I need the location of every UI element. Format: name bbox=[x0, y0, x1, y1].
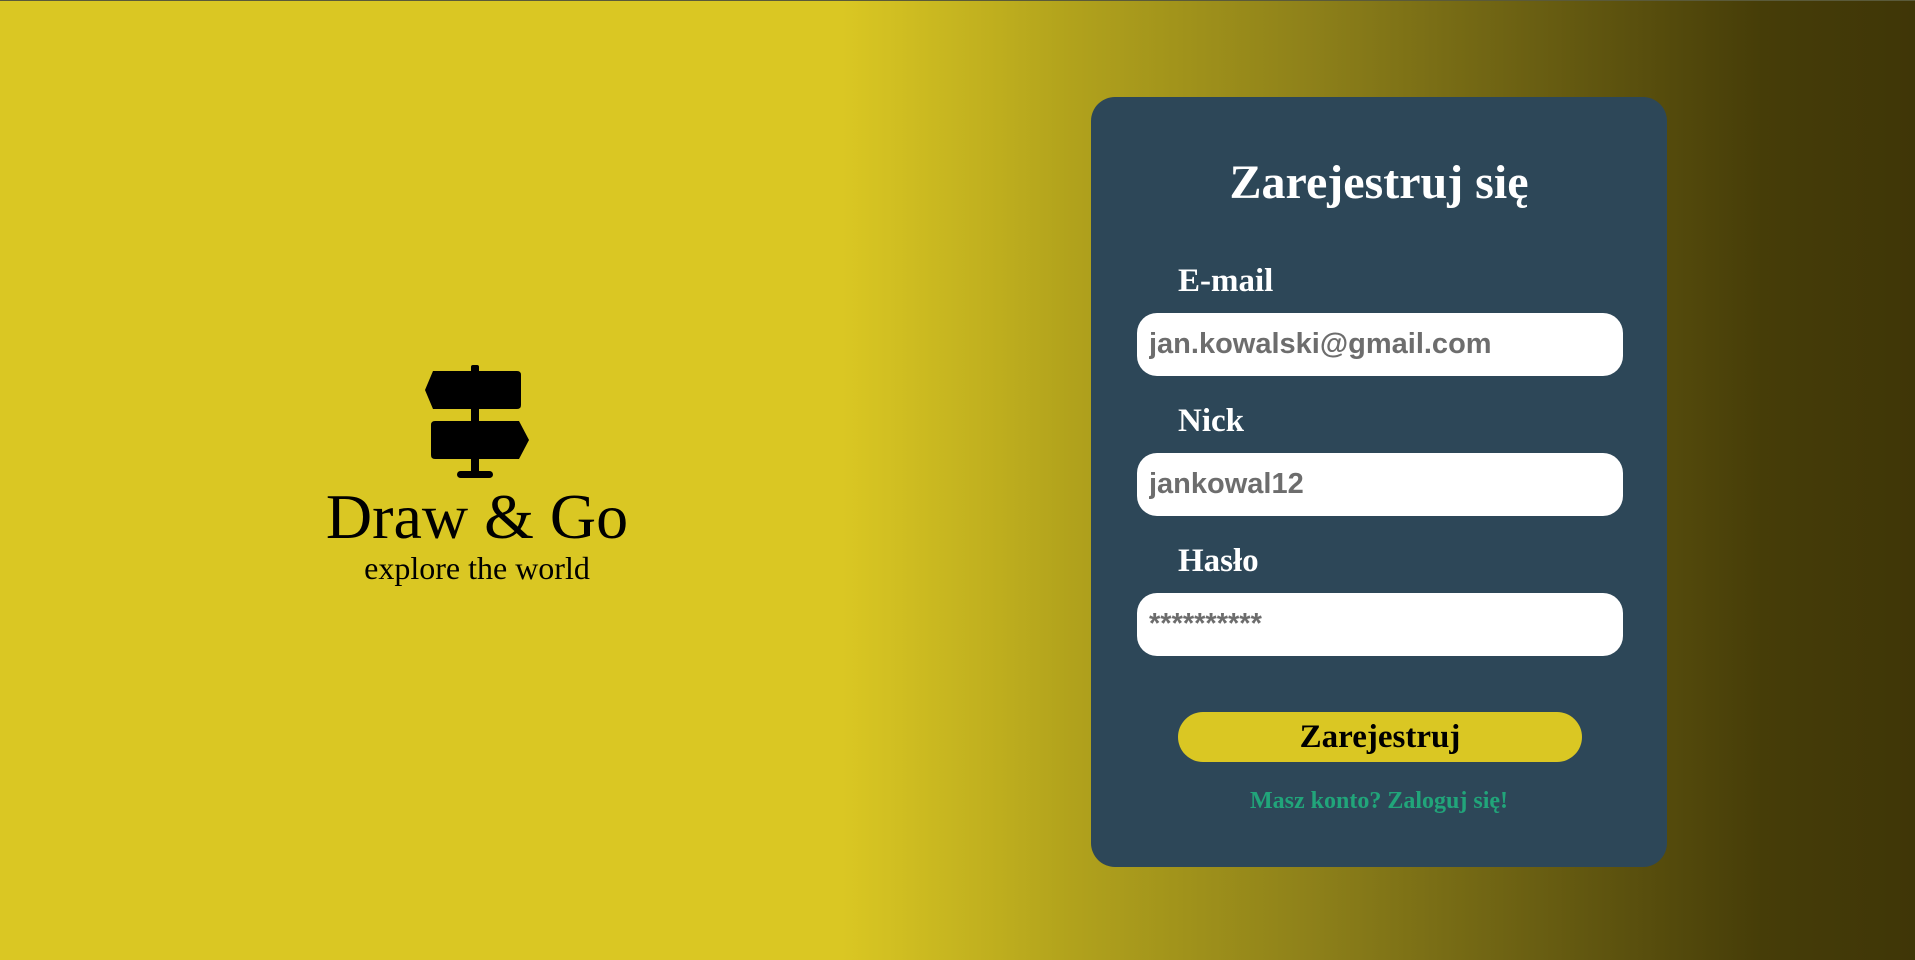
email-field[interactable] bbox=[1137, 313, 1623, 376]
password-label: Hasło bbox=[1178, 543, 1259, 579]
email-label: E-mail bbox=[1178, 263, 1274, 299]
nick-label: Nick bbox=[1178, 403, 1244, 439]
password-field[interactable] bbox=[1137, 593, 1623, 656]
register-card: Zarejestruj się E-mail Nick Hasło Zareje… bbox=[1091, 97, 1667, 867]
app-name: Draw & Go bbox=[325, 481, 629, 552]
register-button[interactable]: Zarejestruj bbox=[1178, 712, 1582, 762]
nick-field[interactable] bbox=[1137, 453, 1623, 516]
register-title: Zarejestruj się bbox=[1229, 156, 1529, 209]
login-link[interactable]: Masz konto? Zaloguj się! bbox=[1091, 786, 1667, 816]
signpost-icon bbox=[425, 365, 529, 478]
brand-section: Draw & Go explore the world bbox=[300, 365, 654, 585]
app-tagline: explore the world bbox=[364, 550, 590, 586]
